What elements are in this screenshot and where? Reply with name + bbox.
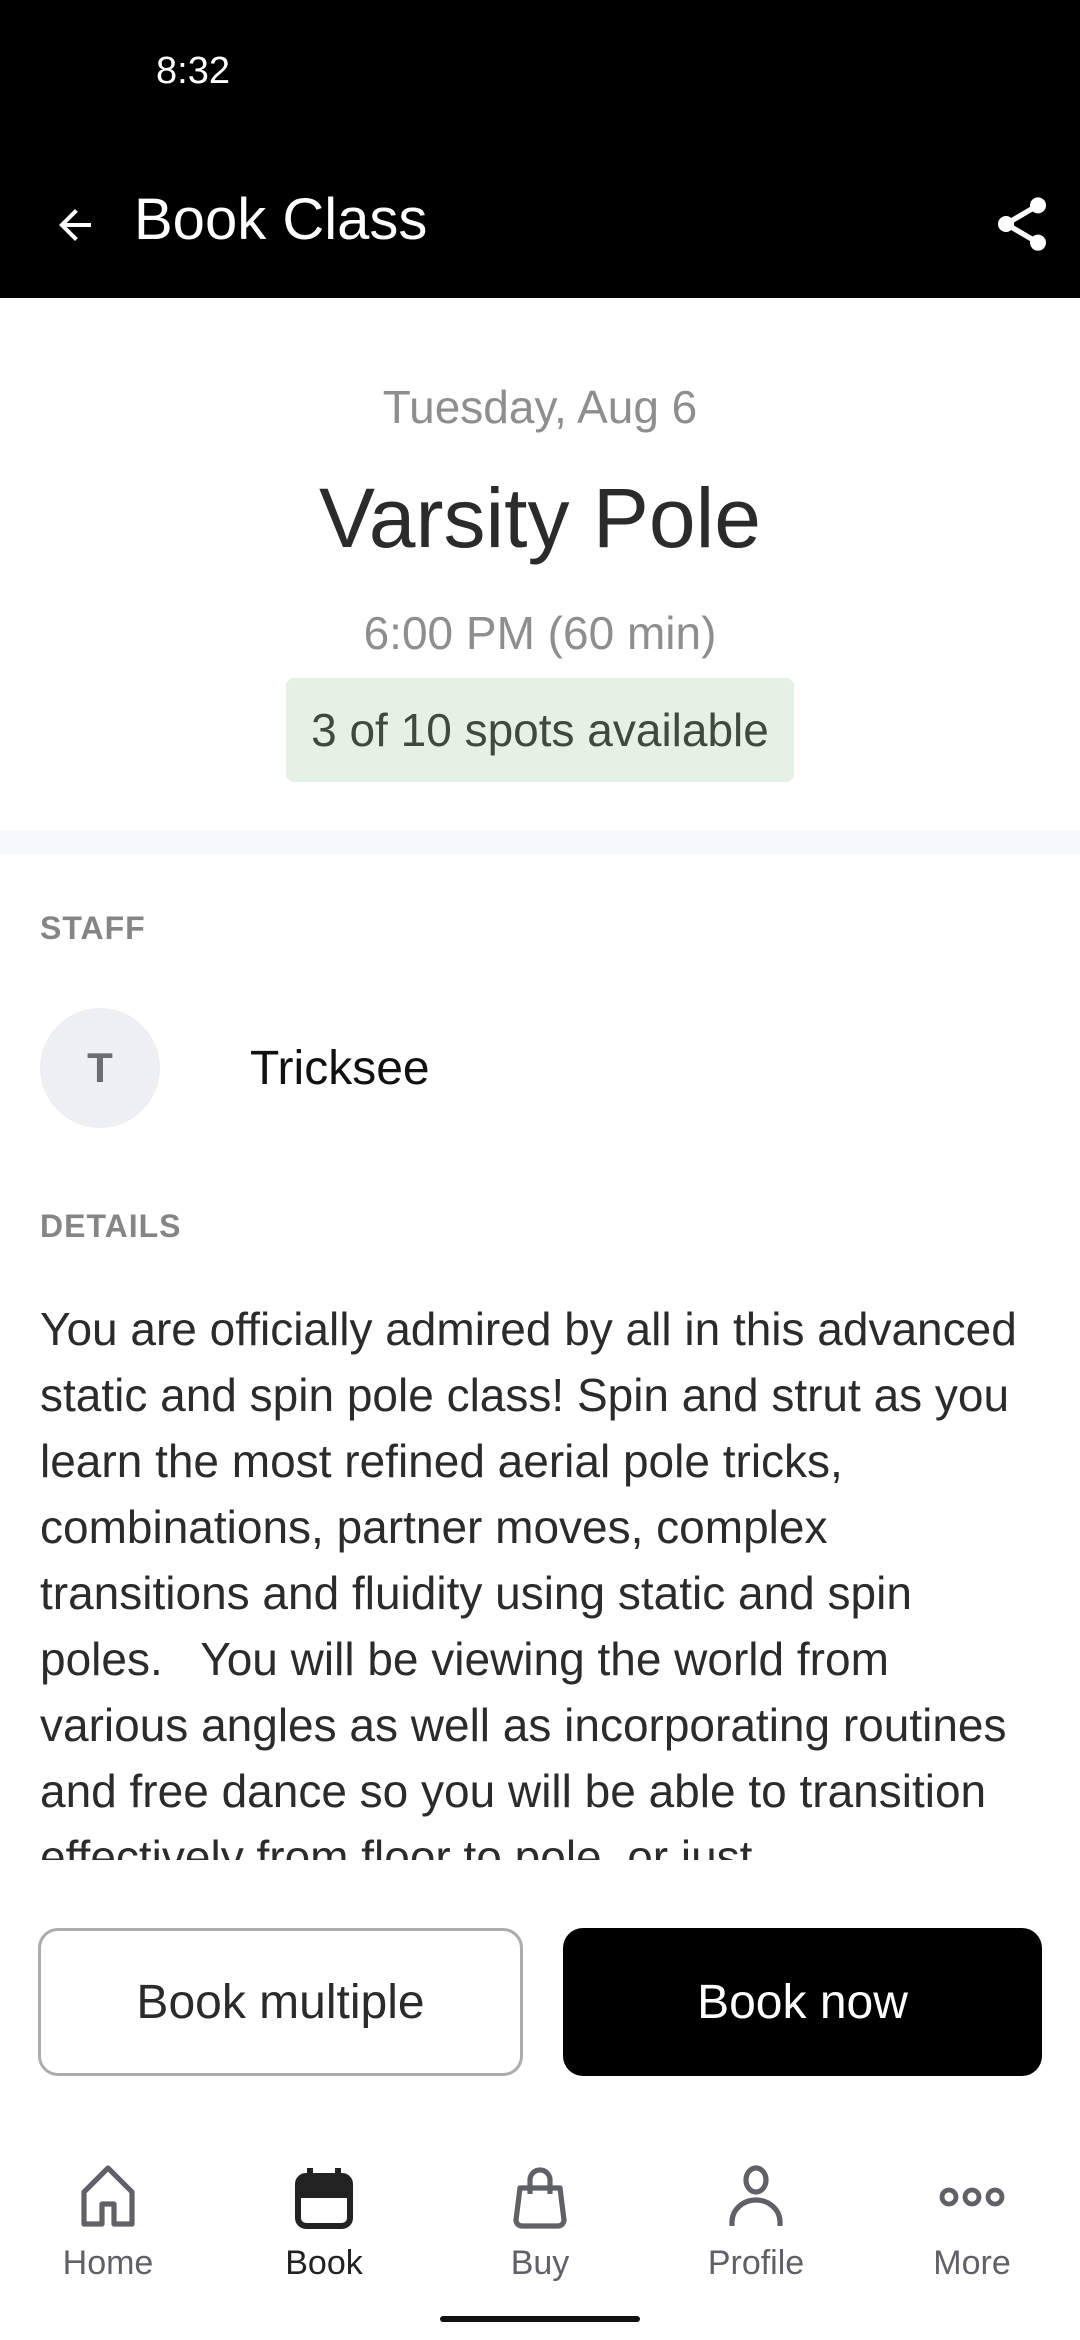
bottom-nav: Home Book Buy Profile More [0, 2150, 1080, 2290]
app-bar: Book Class [0, 150, 1080, 298]
status-time: 8:32 [156, 50, 230, 92]
book-multiple-button[interactable]: Book multiple [38, 1928, 523, 2076]
class-date: Tuesday, Aug 6 [382, 381, 698, 433]
arrow-left-icon [59, 209, 91, 241]
section-divider [0, 830, 1080, 854]
share-button[interactable] [984, 186, 1060, 262]
more-horizontal-icon [939, 2187, 1005, 2207]
nav-buy-label: Buy [510, 2244, 570, 2282]
staff-section-label: STAFF [40, 910, 146, 946]
staff-name: Tricksee [250, 1041, 430, 1095]
nav-more-label: More [933, 2244, 1011, 2282]
class-name: Varsity Pole [319, 471, 761, 565]
details-section-label: DETAILS [40, 1208, 182, 1244]
status-bar: 8:32 [0, 0, 1080, 150]
person-icon [729, 2165, 783, 2226]
nav-profile-label: Profile [707, 2244, 805, 2282]
book-now-button[interactable]: Book now [563, 1928, 1042, 2076]
back-button[interactable] [40, 190, 110, 260]
home-indicator[interactable] [440, 2316, 640, 2322]
details-scroll-area[interactable]: You are officially admired by all in thi… [40, 1296, 1045, 1860]
staff-avatar: T [40, 1008, 160, 1128]
nav-book-label: Book [285, 2244, 363, 2282]
nav-home-label: Home [62, 2244, 154, 2282]
class-time: 6:00 PM (60 min) [363, 607, 717, 659]
shopping-bag-icon [513, 2167, 567, 2229]
nav-buy[interactable]: Buy [432, 2150, 648, 2290]
share-icon [998, 197, 1046, 251]
home-icon [81, 2165, 135, 2227]
spots-available-badge: 3 of 10 spots available [286, 678, 794, 782]
calendar-icon [295, 2168, 353, 2229]
class-description: You are officially admired by all in thi… [40, 1303, 1030, 1860]
page-title: Book Class [134, 187, 428, 252]
booking-actions: Book multiple Book now [38, 1928, 1042, 2076]
nav-profile[interactable]: Profile [648, 2150, 864, 2290]
staff-row[interactable]: T Tricksee [40, 1008, 1040, 1128]
nav-home[interactable]: Home [0, 2150, 216, 2290]
nav-more[interactable]: More [864, 2150, 1080, 2290]
class-info: Tuesday, Aug 6 Varsity Pole 6:00 PM (60 … [0, 298, 1080, 830]
nav-book[interactable]: Book [216, 2150, 432, 2290]
